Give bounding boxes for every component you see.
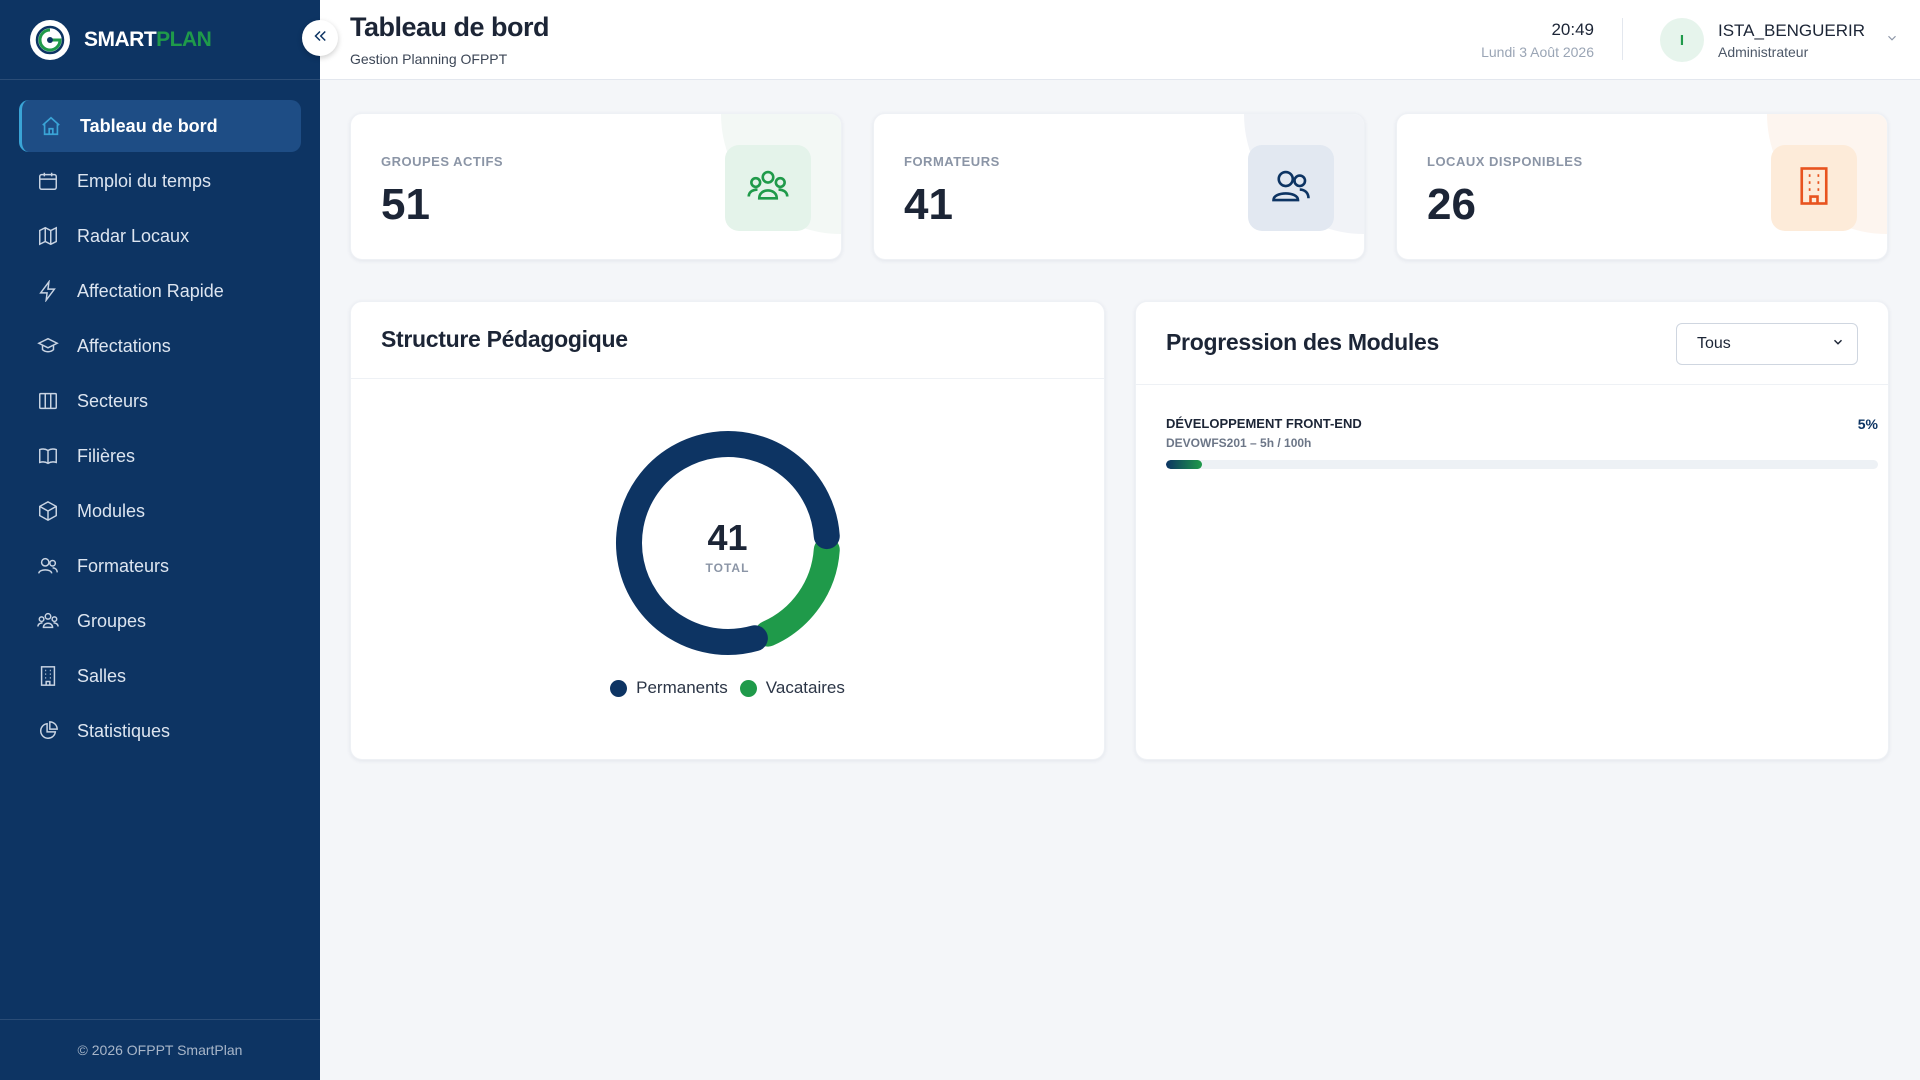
module-name: DÉVELOPPEMENT FRONT-END — [1166, 416, 1362, 431]
clock: 20:49 Lundi 3 Août 2026 — [1481, 20, 1594, 60]
users-icon — [37, 555, 59, 577]
sidebar-item-affectations[interactable]: Affectations — [19, 320, 301, 372]
sidebar-item-radar-locaux[interactable]: Radar Locaux — [19, 210, 301, 262]
module-code: DEVOWFS201 – 5h / 100h — [1166, 436, 1312, 450]
home-icon — [40, 115, 62, 137]
stat-card-formateurs: FORMATEURS 41 — [873, 113, 1365, 260]
clock-date: Lundi 3 Août 2026 — [1481, 44, 1594, 60]
lightning-icon — [37, 280, 59, 302]
module-percent: 5% — [1857, 416, 1878, 432]
progress-track — [1166, 460, 1878, 469]
user-role: Administrateur — [1718, 43, 1809, 60]
sidebar-item-label: Tableau de bord — [80, 115, 218, 136]
legend-item-vacataires[interactable]: Vacataires — [739, 678, 845, 698]
sidebar-item-groupes[interactable]: Groupes — [19, 595, 301, 647]
pie-chart-icon — [37, 720, 59, 742]
columns-icon — [37, 390, 59, 412]
progress-fill — [1166, 460, 1202, 469]
sidebar-item-modules[interactable]: Modules — [19, 485, 301, 537]
clock-time: 20:49 — [1551, 20, 1594, 39]
panel-divider — [1136, 384, 1888, 385]
panel-title: Progression des Modules — [1166, 329, 1439, 355]
chevrons-left-icon — [311, 27, 329, 50]
module-filter-select[interactable]: Tous — [1676, 323, 1858, 365]
sidebar: SMARTPLAN Tableau de bord Emploi du temp… — [0, 0, 320, 1080]
sidebar-item-tableau-de-bord[interactable]: Tableau de bord — [19, 100, 301, 152]
sidebar-item-affectation-rapide[interactable]: Affectation Rapide — [19, 265, 301, 317]
calendar-icon — [37, 170, 59, 192]
map-icon — [37, 225, 59, 247]
legend-swatch — [610, 679, 628, 697]
legend-label: Vacataires — [765, 678, 845, 697]
group-icon — [747, 165, 789, 212]
stat-label: GROUPES ACTIFS — [381, 154, 504, 169]
cube-icon — [37, 500, 59, 522]
legend-swatch — [739, 679, 757, 697]
chart-legend: Permanents Vacataires — [351, 678, 1104, 698]
user-menu[interactable]: I ISTA_BENGUERIR Administrateur — [1660, 18, 1899, 62]
sidebar-item-label: Radar Locaux — [77, 225, 190, 246]
brand-name-part1: SMART — [84, 27, 157, 51]
module-progress-item[interactable]: DÉVELOPPEMENT FRONT-END DEVOWFS201 – 5h … — [1166, 416, 1878, 469]
donut-total-label: TOTAL — [705, 561, 750, 575]
stat-card-groupes-actifs: GROUPES ACTIFS 51 — [350, 113, 842, 260]
top-header: Tableau de bord Gestion Planning OFPPT 2… — [320, 0, 1920, 80]
stat-icon-box — [1248, 145, 1334, 231]
user-info: ISTA_BENGUERIR Administrateur — [1718, 21, 1865, 60]
sidebar-nav: Tableau de bord Emploi du temps Radar Lo… — [0, 80, 320, 757]
select-value: Tous — [1697, 335, 1731, 352]
sidebar-item-label: Affectation Rapide — [77, 280, 224, 301]
avatar: I — [1660, 18, 1704, 62]
user-name: ISTA_BENGUERIR — [1718, 20, 1866, 40]
chevron-down-icon — [1831, 335, 1845, 354]
stat-card-locaux-disponibles: LOCAUX DISPONIBLES 26 — [1396, 113, 1888, 260]
stat-icon-box — [1771, 145, 1857, 231]
donut-total-value: 41 — [707, 517, 748, 558]
sidebar-item-label: Secteurs — [77, 390, 149, 411]
sidebar-item-salles[interactable]: Salles — [19, 650, 301, 702]
brand-name-part2: PLAN — [156, 27, 212, 51]
stat-label: LOCAUX DISPONIBLES — [1427, 154, 1583, 169]
donut-center: 41 TOTAL — [351, 517, 1104, 575]
progression-modules-panel: Progression des Modules Tous DÉVELOPPEME… — [1135, 301, 1889, 760]
collapse-sidebar-button[interactable] — [302, 20, 338, 56]
brand-name: SMARTPLAN — [84, 27, 212, 52]
sidebar-item-label: Modules — [77, 500, 146, 521]
logo-icon — [30, 19, 70, 60]
sidebar-item-label: Groupes — [77, 610, 147, 631]
sidebar-item-label: Emploi du temps — [77, 170, 212, 191]
sidebar-item-label: Statistiques — [77, 720, 171, 741]
brand[interactable]: SMARTPLAN — [0, 0, 320, 80]
header-divider — [1622, 18, 1623, 60]
chevron-down-icon — [1885, 31, 1899, 50]
sidebar-item-label: Filières — [77, 445, 136, 466]
sidebar-item-label: Affectations — [77, 335, 171, 356]
stat-icon-box — [725, 145, 811, 231]
building-icon — [37, 665, 59, 687]
sidebar-item-statistiques[interactable]: Statistiques — [19, 705, 301, 757]
sidebar-item-filieres[interactable]: Filières — [19, 430, 301, 482]
page-subtitle: Gestion Planning OFPPT — [350, 51, 508, 67]
sidebar-item-emploi-du-temps[interactable]: Emploi du temps — [19, 155, 301, 207]
sidebar-item-secteurs[interactable]: Secteurs — [19, 375, 301, 427]
graduation-cap-icon — [37, 335, 59, 357]
users-icon — [1270, 165, 1312, 212]
stat-value: 26 — [1427, 180, 1476, 229]
sidebar-item-label: Salles — [77, 665, 127, 686]
legend-item-permanents[interactable]: Permanents — [610, 678, 728, 698]
stat-label: FORMATEURS — [904, 154, 1000, 169]
book-open-icon — [37, 445, 59, 467]
page-title: Tableau de bord — [350, 12, 550, 42]
sidebar-item-label: Formateurs — [77, 555, 170, 576]
sidebar-item-formateurs[interactable]: Formateurs — [19, 540, 301, 592]
sidebar-footer: © 2026 OFPPT SmartPlan — [0, 1019, 320, 1080]
structure-pedagogique-panel: Structure Pédagogique 41 TOTAL Permanent… — [350, 301, 1105, 760]
stat-value: 41 — [904, 180, 953, 229]
legend-label: Permanents — [636, 678, 728, 697]
stat-value: 51 — [381, 180, 430, 229]
building-icon — [1793, 165, 1835, 212]
group-icon — [37, 610, 59, 632]
